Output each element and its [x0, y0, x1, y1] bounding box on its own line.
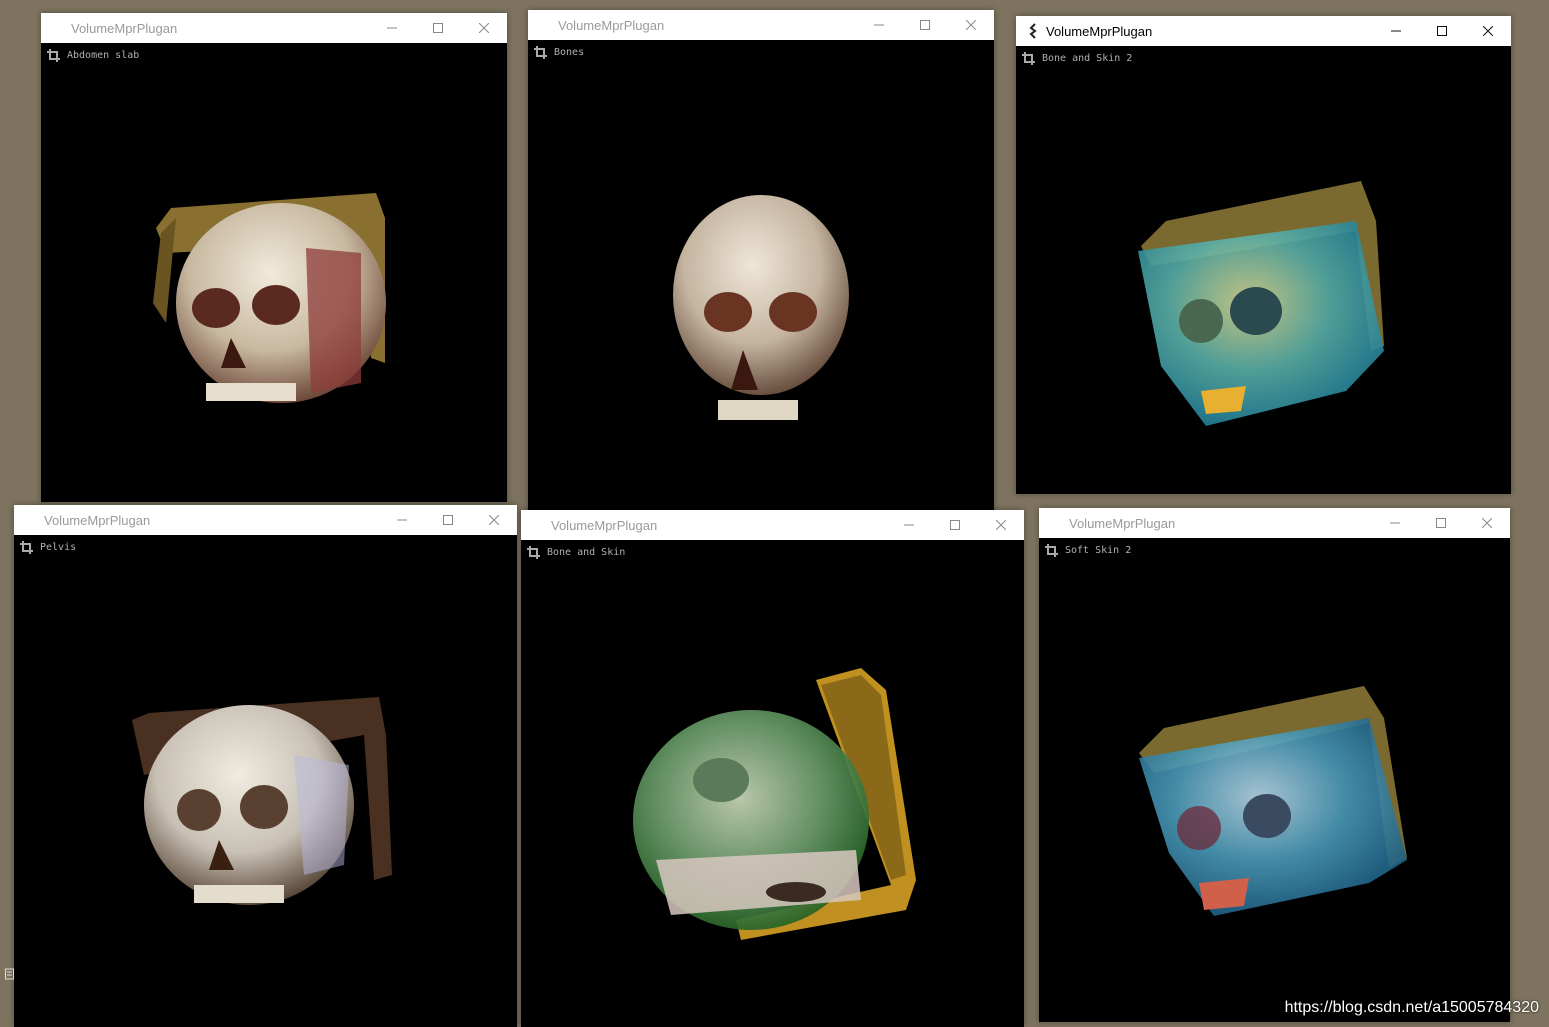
maximize-icon: [1436, 518, 1446, 528]
minimize-icon: [1391, 30, 1401, 32]
window-title: VolumeMprPlugan: [71, 20, 178, 36]
close-button[interactable]: [471, 505, 517, 535]
maximize-icon: [443, 515, 453, 525]
close-button[interactable]: [978, 510, 1024, 540]
minimize-button[interactable]: [856, 10, 902, 40]
minimize-button[interactable]: [1372, 508, 1418, 538]
window-titlebar[interactable]: VolumeMprPlugan: [1039, 508, 1510, 538]
watermark-url: https://blog.csdn.net/a15005784320: [1284, 999, 1539, 1016]
minimize-icon: [874, 24, 884, 26]
app-icon: [1049, 515, 1065, 531]
window-title: VolumeMprPlugan: [44, 512, 151, 528]
close-icon: [1483, 26, 1493, 36]
maximize-icon: [433, 23, 443, 33]
close-button[interactable]: [1464, 508, 1510, 538]
close-icon: [996, 520, 1006, 530]
window-titlebar[interactable]: VolumeMprPlugan: [1016, 16, 1511, 46]
render-viewport[interactable]: Abdomen slab: [41, 43, 507, 502]
maximize-icon: [950, 520, 960, 530]
maximize-icon: [920, 20, 930, 30]
close-icon: [489, 515, 499, 525]
minimize-button[interactable]: [379, 505, 425, 535]
minimize-icon: [1390, 522, 1400, 524]
skull-volume-rendering: [1139, 686, 1407, 916]
volume-window-soft-skin-2[interactable]: VolumeMprPlugan Soft Skin 2: [1039, 508, 1510, 1022]
skull-volume-rendering: [132, 697, 392, 905]
render-viewport[interactable]: Bones: [528, 40, 994, 520]
render-viewport[interactable]: Bone and Skin: [521, 540, 1024, 1027]
render-viewport[interactable]: Pelvis: [14, 535, 517, 1027]
maximize-button[interactable]: [1419, 16, 1465, 46]
app-icon: [531, 517, 547, 533]
minimize-button[interactable]: [886, 510, 932, 540]
app-icon: [538, 17, 554, 33]
maximize-button[interactable]: [415, 13, 461, 43]
window-title: VolumeMprPlugan: [558, 17, 665, 33]
close-icon: [1482, 518, 1492, 528]
maximize-button[interactable]: [902, 10, 948, 40]
minimize-button[interactable]: [1373, 16, 1419, 46]
window-title: VolumeMprPlugan: [551, 517, 658, 533]
volume-window-bone-and-skin[interactable]: VolumeMprPlugan Bone and Skin: [521, 510, 1024, 1027]
window-title: VolumeMprPlugan: [1046, 23, 1153, 39]
maximize-button[interactable]: [932, 510, 978, 540]
render-viewport[interactable]: Bone and Skin 2: [1016, 46, 1511, 494]
skull-volume-rendering: [153, 193, 386, 403]
close-button[interactable]: [1465, 16, 1511, 46]
minimize-icon: [387, 27, 397, 29]
skull-volume-rendering: [633, 668, 916, 940]
minimize-button[interactable]: [369, 13, 415, 43]
close-icon: [966, 20, 976, 30]
app-icon: [1026, 23, 1042, 39]
window-titlebar[interactable]: VolumeMprPlugan: [521, 510, 1024, 540]
volume-window-abdomen-slab[interactable]: VolumeMprPlugan Abdomen slab: [41, 13, 507, 502]
volume-window-bone-and-skin-2[interactable]: VolumeMprPlugan Bone and Skin 2: [1016, 16, 1511, 494]
maximize-icon: [1437, 26, 1447, 36]
volume-window-bones[interactable]: VolumeMprPlugan Bones: [528, 10, 994, 520]
window-titlebar[interactable]: VolumeMprPlugan: [41, 13, 507, 43]
close-button[interactable]: [461, 13, 507, 43]
skull-volume-rendering: [673, 195, 849, 420]
render-viewport[interactable]: Soft Skin 2: [1039, 538, 1510, 1022]
maximize-button[interactable]: [1418, 508, 1464, 538]
window-title: VolumeMprPlugan: [1069, 515, 1176, 531]
minimize-icon: [397, 519, 407, 521]
app-icon: [24, 512, 40, 528]
close-button[interactable]: [948, 10, 994, 40]
minimize-icon: [904, 524, 914, 526]
window-titlebar[interactable]: VolumeMprPlugan: [528, 10, 994, 40]
window-titlebar[interactable]: VolumeMprPlugan: [14, 505, 517, 535]
close-icon: [479, 23, 489, 33]
app-icon: [51, 20, 67, 36]
desktop-doc-icon[interactable]: [5, 966, 15, 980]
skull-volume-rendering: [1138, 181, 1384, 426]
maximize-button[interactable]: [425, 505, 471, 535]
volume-window-pelvis[interactable]: VolumeMprPlugan Pelvis: [14, 505, 517, 1027]
